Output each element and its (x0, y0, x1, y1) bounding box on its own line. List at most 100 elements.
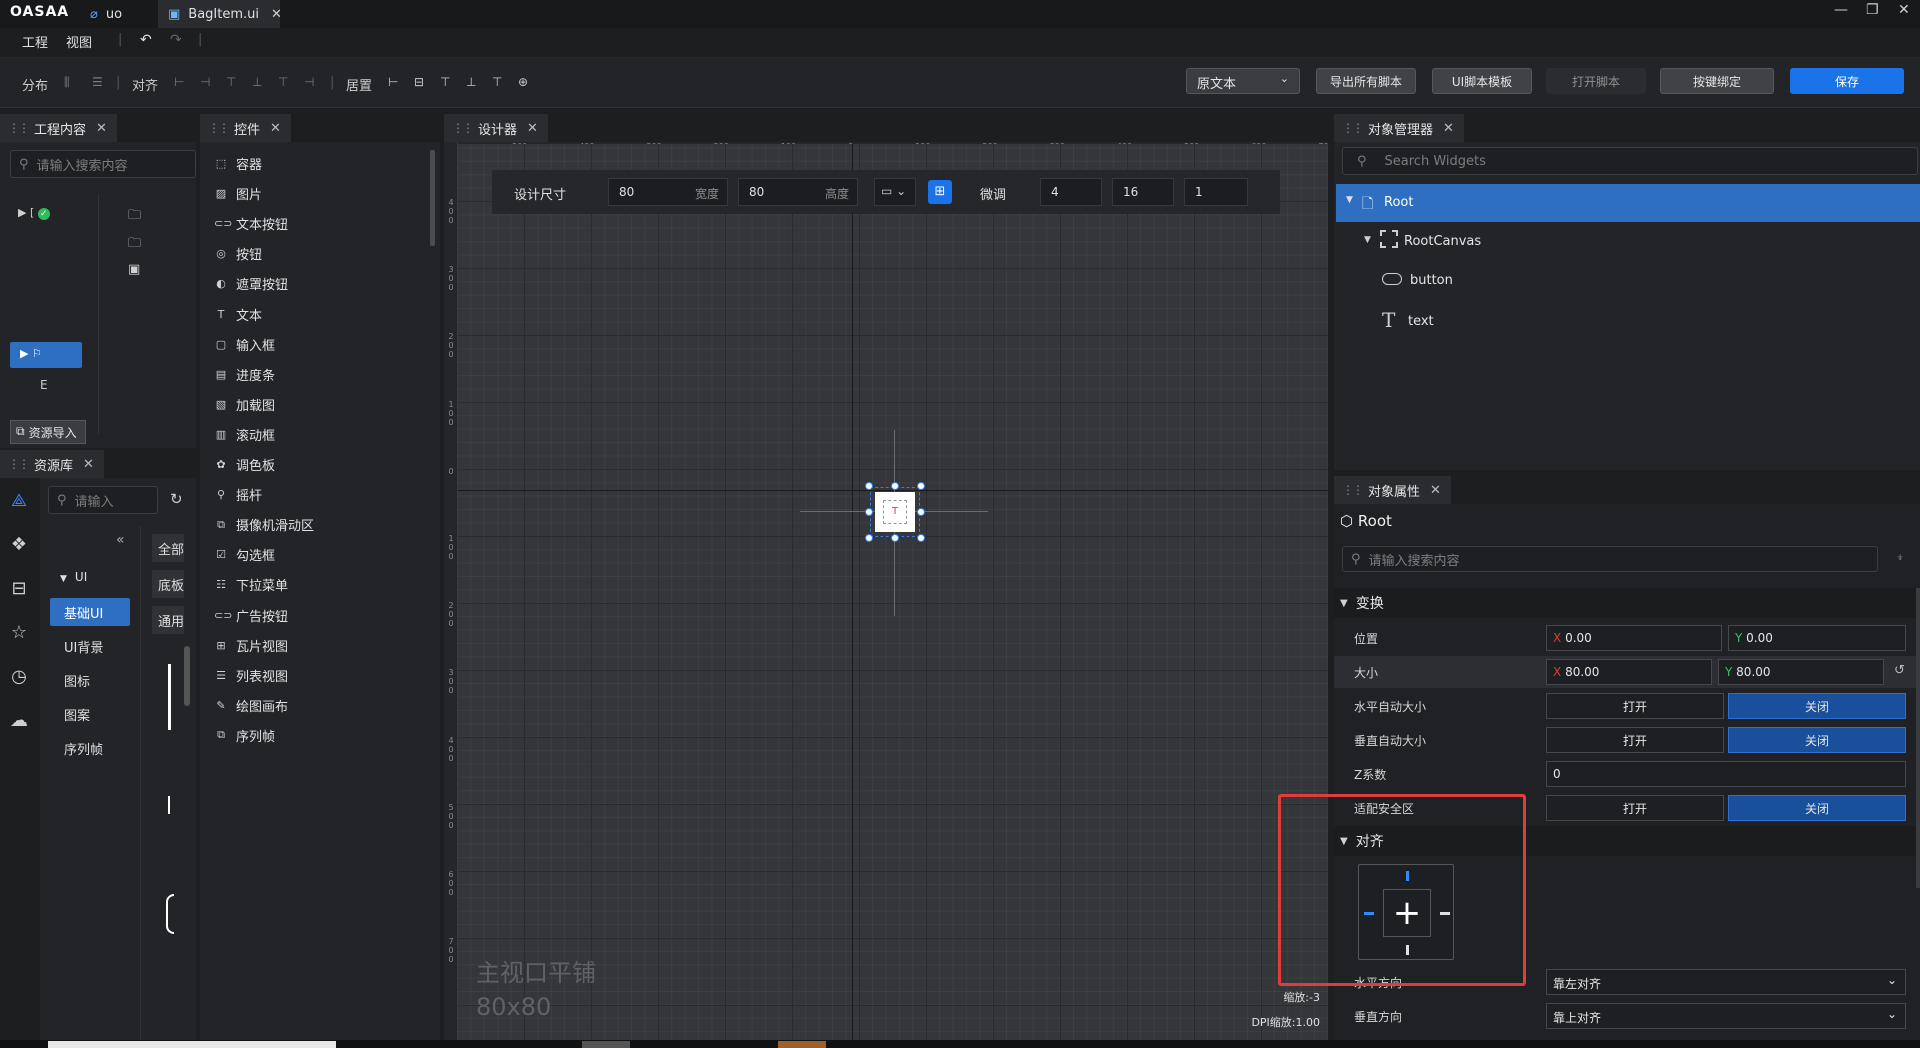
taskbar-item[interactable] (582, 1041, 630, 1048)
text-mode-select[interactable]: 原文本 ⌄ (1186, 68, 1300, 94)
fine-tune-input[interactable]: 4 (1040, 178, 1102, 206)
distribute-h-icon[interactable]: ⫼ (64, 75, 70, 90)
node-icon[interactable]: Ε (40, 378, 48, 392)
design-canvas[interactable]: T 主视口平铺 80x80 缩放:-3 DPI缩放:1.00 (458, 144, 1328, 1048)
control-item[interactable]: ⊂⊃ 文本按钮 (214, 214, 288, 233)
close-icon[interactable]: ✕ (83, 457, 94, 472)
size-x-input[interactable]: X 80.00 (1546, 659, 1712, 685)
control-item[interactable]: ▨ 图片 (214, 184, 262, 203)
control-item[interactable]: ✎ 绘图画布 (214, 696, 288, 715)
position-y-input[interactable]: Y 0.00 (1728, 625, 1906, 651)
minimize-button[interactable]: — (1834, 2, 1848, 18)
align-right-icon[interactable]: ⊤ (226, 75, 236, 89)
resize-handle[interactable] (865, 534, 873, 542)
close-window-button[interactable]: ✕ (1898, 2, 1910, 18)
collapse-icon[interactable]: « (116, 532, 125, 548)
grip-icon[interactable]: ⋮⋮ (8, 457, 30, 471)
toolbox-icon[interactable]: ⊟ (8, 578, 30, 600)
safe-area-on-button[interactable]: 打开 (1546, 795, 1724, 821)
ui-file-icon[interactable]: ▣ (128, 262, 140, 277)
control-item[interactable]: T 文本 (214, 305, 262, 324)
close-icon[interactable]: ✕ (527, 121, 538, 136)
resize-handle[interactable] (865, 508, 873, 516)
fine-tune-input[interactable]: 16 (1112, 178, 1174, 206)
place-hcenter-icon[interactable]: ⊟ (414, 75, 424, 89)
property-search-input[interactable]: ⚲ 请输入搜索内容 (1342, 546, 1878, 572)
control-item[interactable]: ⊂⊃ 广告按钮 (214, 606, 288, 625)
place-left-icon[interactable]: ⊢ (388, 75, 398, 89)
control-item[interactable]: ▢ 输入框 (214, 335, 275, 354)
resize-handle[interactable] (917, 534, 925, 542)
category-ui-background[interactable]: UI背景 (50, 632, 130, 660)
close-icon[interactable]: ✕ (270, 121, 281, 136)
upload-cloud-icon[interactable]: ☁ (8, 710, 30, 732)
grip-icon[interactable]: ⋮⋮ (1342, 121, 1364, 135)
align-top-icon[interactable]: ⊥ (252, 75, 262, 89)
scrollbar[interactable] (430, 150, 435, 246)
align-vcenter-icon[interactable]: ⊤ (278, 75, 288, 89)
pin-icon[interactable]: ⍖ (1896, 550, 1904, 565)
control-item[interactable]: ☰ 列表视图 (214, 666, 288, 685)
close-icon[interactable]: ✕ (1443, 121, 1454, 136)
control-item[interactable]: ☑ 勾选框 (214, 545, 275, 564)
size-y-input[interactable]: Y 80.00 (1718, 659, 1884, 685)
tree-row-button[interactable]: button (1336, 264, 1920, 300)
control-item[interactable]: ▧ 加载图 (214, 395, 275, 414)
tree-row-root[interactable]: ▼ 🗋 Root (1336, 184, 1920, 222)
category-icons[interactable]: 图标 (50, 666, 130, 694)
device-select[interactable]: ▭ ⌄ (874, 178, 916, 206)
selection-box[interactable]: T (870, 487, 920, 537)
selected-node[interactable]: ▶ ⚐ (10, 342, 82, 368)
expand-arrow-icon[interactable]: ▶ [ ✓ (18, 206, 50, 220)
v-auto-on-button[interactable]: 打开 (1546, 727, 1724, 753)
place-vcenter-icon[interactable]: ⊤ (492, 75, 502, 89)
safe-area-off-button[interactable]: 关闭 (1728, 795, 1906, 821)
ui-script-template-button[interactable]: UI脚本模板 (1432, 68, 1532, 94)
design-height-input[interactable]: 80 高度 (738, 178, 858, 206)
tag-base[interactable]: 底板 (152, 570, 184, 598)
place-top-icon[interactable]: ⊥ (466, 75, 476, 89)
tree-row-rootcanvas[interactable]: ▼ RootCanvas (1336, 224, 1920, 260)
resize-handle[interactable] (891, 534, 899, 542)
resize-handle[interactable] (891, 482, 899, 490)
redo-icon[interactable]: ↷ (170, 32, 182, 48)
asset-thumbnail[interactable] (168, 664, 171, 730)
place-bottom-icon[interactable]: ⊕ (518, 75, 528, 89)
asset-search-input[interactable]: ⚲ 请输入 (48, 486, 158, 514)
control-item[interactable]: ✿ 调色板 (214, 455, 275, 474)
control-item[interactable]: ⧉ 摄像机滑动区 (214, 515, 314, 535)
grip-icon[interactable]: ⋮⋮ (8, 121, 30, 135)
position-x-input[interactable]: X 0.00 (1546, 625, 1722, 651)
close-icon[interactable]: ✕ (96, 121, 107, 136)
maximize-button[interactable]: ❐ (1866, 2, 1879, 18)
scrollbar[interactable] (184, 646, 190, 706)
clock-icon[interactable]: ◷ (8, 666, 30, 688)
v-direction-select[interactable]: 靠上对齐 ⌄ (1546, 1003, 1906, 1029)
tag-common[interactable]: 通用 (152, 606, 184, 634)
close-icon[interactable]: ✕ (1430, 483, 1441, 498)
close-icon[interactable]: ✕ (271, 7, 282, 22)
control-item[interactable]: ▥ 滚动框 (214, 425, 275, 444)
open-script-button[interactable]: 打开脚本 (1546, 68, 1646, 94)
ui-assets-icon[interactable]: ⟁ (8, 490, 30, 512)
h-direction-select[interactable]: 靠左对齐 ⌄ (1546, 969, 1906, 995)
grid-toggle-icon[interactable]: ⊞ (928, 180, 952, 204)
tag-all[interactable]: 全部风 (152, 534, 184, 562)
tab-bagitem[interactable]: ▣ BagItem.ui ✕ (158, 0, 282, 28)
section-transform[interactable]: ▼ 变换 (1334, 588, 1920, 618)
grip-icon[interactable]: ⋮⋮ (1342, 483, 1364, 497)
category-patterns[interactable]: 图案 (50, 700, 130, 728)
component-icon[interactable]: ❖ (8, 534, 30, 556)
text-widget[interactable]: T (883, 500, 907, 524)
control-item[interactable]: ⚲ 摇杆 (214, 485, 262, 504)
resize-handle[interactable] (917, 482, 925, 490)
control-item[interactable]: ◎ 按钮 (214, 244, 262, 263)
menu-project[interactable]: 工程 (22, 32, 48, 51)
design-width-input[interactable]: 80 宽度 (608, 178, 728, 206)
category-sequence[interactable]: 序列帧 (50, 734, 130, 762)
control-item[interactable]: ⊞ 瓦片视图 (214, 636, 288, 655)
fine-tune-input[interactable]: 1 (1184, 178, 1248, 206)
asset-thumbnail[interactable] (166, 894, 174, 934)
taskbar-item[interactable] (48, 1041, 336, 1048)
key-binding-button[interactable]: 按键绑定 (1660, 68, 1774, 94)
